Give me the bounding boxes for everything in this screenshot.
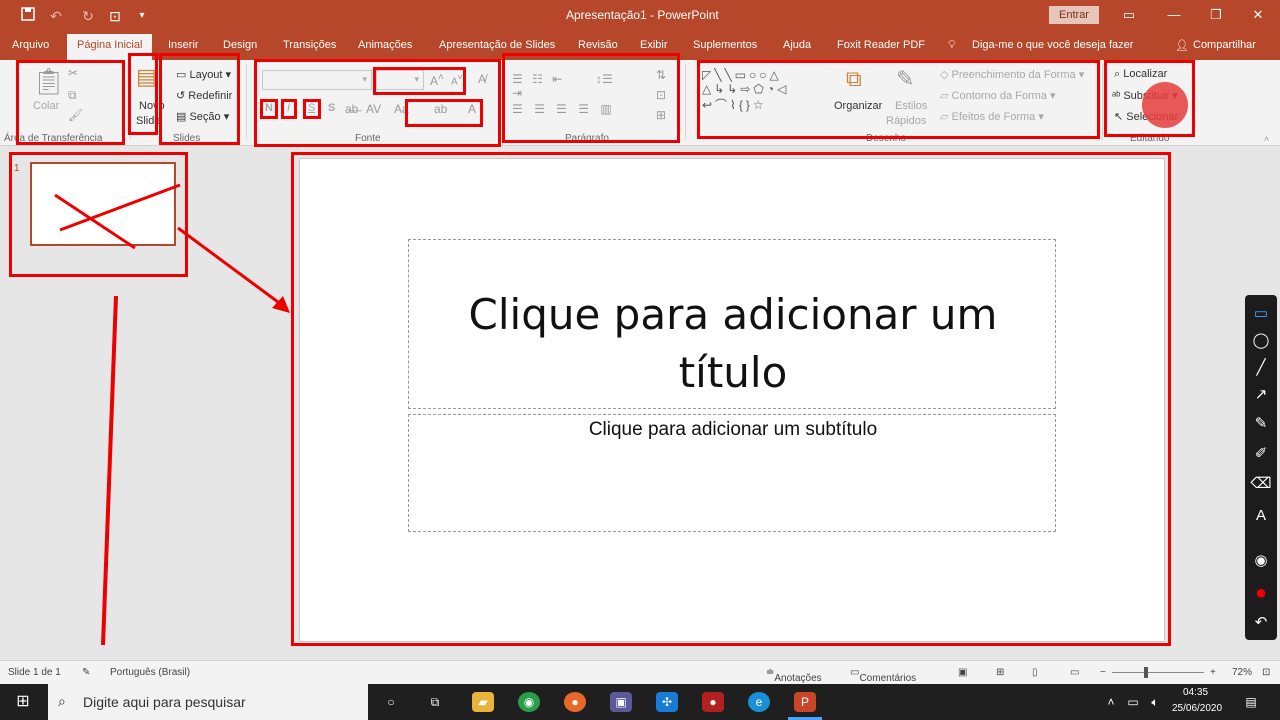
screen-annotation-toolbar: ▭ ◯ ╱ ↗ ✎ ✐ ⌫ A ◉ ● ↶ [1245,295,1277,640]
arrow-tool-icon[interactable]: ↗ [1250,384,1272,406]
show-hidden-icons[interactable]: ˄ [1100,692,1122,712]
record-icon[interactable]: ◉ [1250,550,1272,572]
eraser-tool-icon[interactable]: ⌫ [1250,473,1272,495]
notes-label: Anotações [774,673,822,684]
app-icon[interactable]: ▣ [610,692,632,712]
undo-draw-icon[interactable]: ↶ [1250,612,1272,634]
taskbar-search-placeholder: Digite aqui para pesquisar [83,694,246,710]
language-indicator[interactable]: Português (Brasil) [110,667,190,678]
zoom-slider-thumb[interactable] [1144,667,1148,678]
windows-taskbar: ⊞ ⌕ Digite aqui para pesquisar ○ ⧉ ▰ ◉ ●… [0,684,1280,720]
zoom-slider[interactable] [1112,672,1204,673]
file-explorer-icon[interactable]: ▰ [472,692,494,712]
annotation-strokes [54,183,290,646]
cortana-icon[interactable]: ○ [380,692,402,712]
text-tool-icon[interactable]: A [1250,505,1272,527]
normal-view-icon[interactable]: ▣ [958,667,967,678]
line-tool-icon[interactable]: ╱ [1250,357,1272,379]
slide-counter: Slide 1 de 1 [8,667,61,678]
zoom-out-icon[interactable]: − [1100,667,1106,678]
chrome-icon[interactable]: ◉ [518,692,540,712]
app-icon-2[interactable]: ✣ [656,692,678,712]
reading-view-icon[interactable]: ▯ [1032,667,1038,678]
windows-start-icon[interactable]: ⊞ [12,692,34,712]
firefox-icon[interactable]: ● [564,692,586,712]
pen-tool-icon[interactable]: ✎ [1250,413,1272,435]
edge-icon[interactable]: e [748,692,770,712]
zoom-level[interactable]: 72% [1232,667,1252,678]
powerpoint-icon[interactable]: P [794,692,816,712]
comments-label: Comentários [859,673,917,684]
status-bar: Slide 1 de 1 ✎ Português (Brasil) ≐ Anot… [0,660,1280,684]
spelling-icon[interactable]: ✎ [82,667,90,678]
notes-button[interactable]: ≐ Anotações [766,667,822,684]
zoom-in-icon[interactable]: + [1210,667,1216,678]
rectangle-tool-icon[interactable]: ▭ [1250,303,1272,325]
ellipse-tool-icon[interactable]: ◯ [1250,330,1272,352]
color-picker-icon[interactable]: ● [1250,582,1272,604]
taskbar-time[interactable]: 04:35 [1183,687,1208,698]
taskbar-search-box[interactable]: ⌕ Digite aqui para pesquisar [48,684,368,720]
taskbar-date[interactable]: 25/06/2020 [1172,703,1222,714]
slideshow-icon[interactable]: ▭ [1070,667,1079,678]
highlighter-tool-icon[interactable]: ✐ [1250,443,1272,465]
battery-icon[interactable]: ▭ [1122,692,1144,712]
recorder-icon[interactable]: ● [702,692,724,712]
slide-sorter-icon[interactable]: ⊞ [996,667,1004,678]
search-icon: ⌕ [58,693,66,709]
comments-button[interactable]: ▭ Comentários [850,667,916,684]
notifications-icon[interactable]: ▤ [1240,692,1262,712]
volume-icon[interactable]: 🔈︎ [1144,692,1166,712]
fit-slide-icon[interactable]: ⊡ [1262,667,1270,678]
task-view-icon[interactable]: ⧉ [424,692,446,712]
